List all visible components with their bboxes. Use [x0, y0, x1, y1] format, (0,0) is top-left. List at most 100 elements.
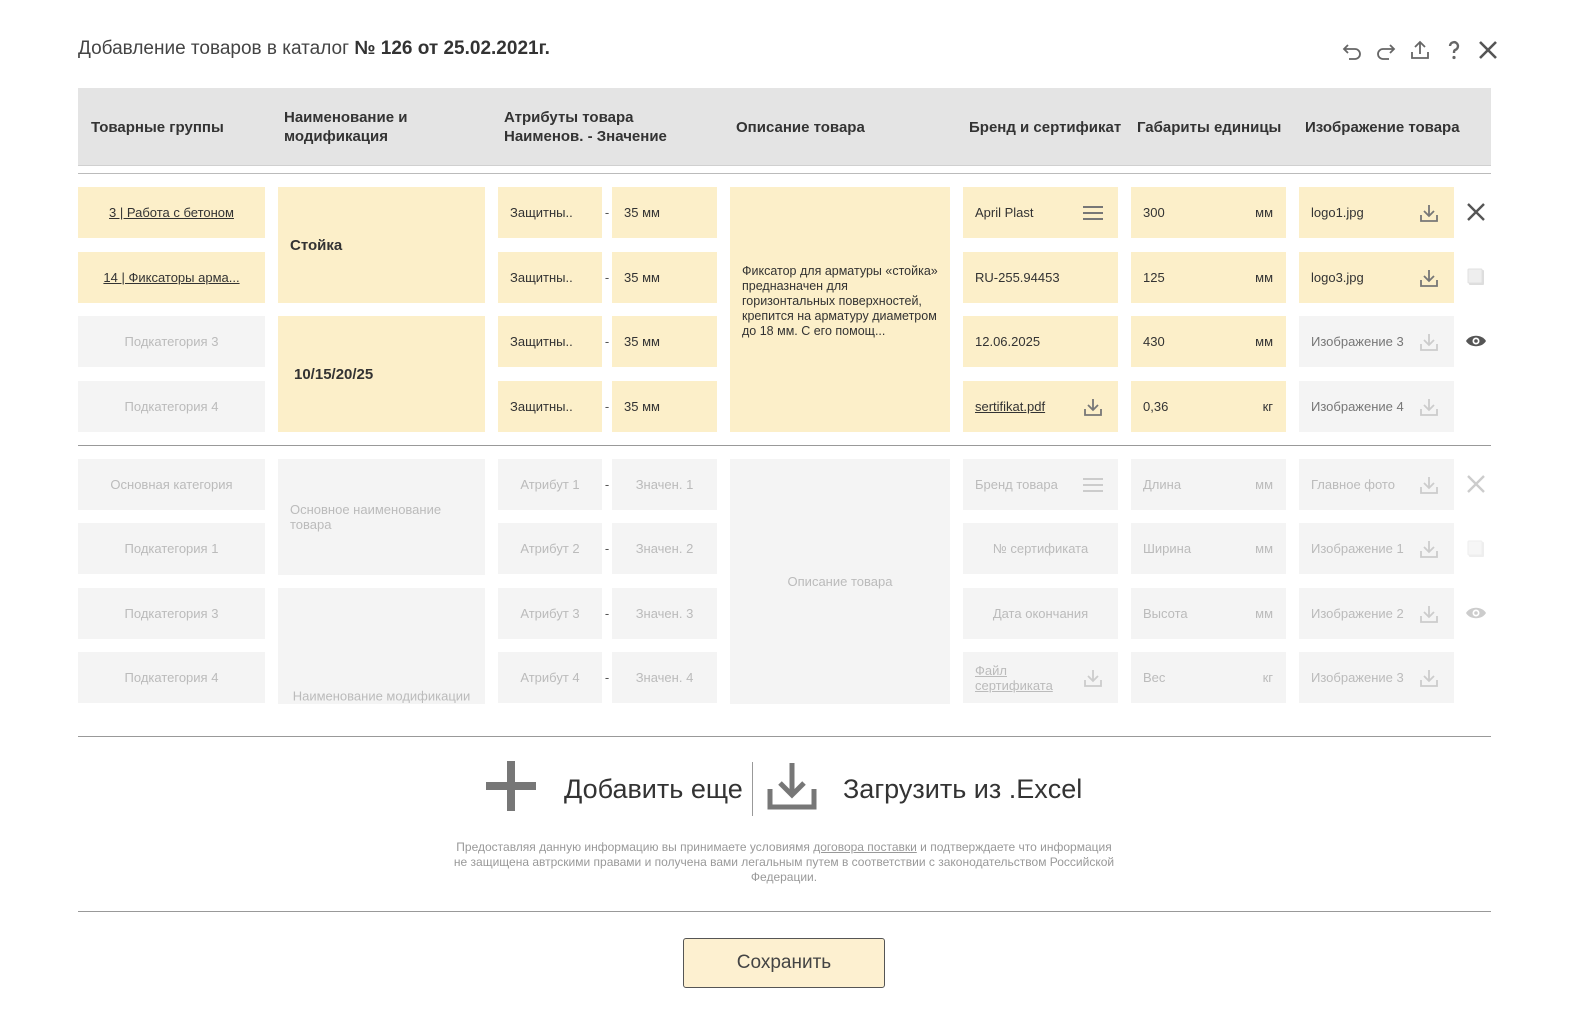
attribute-value-field[interactable]: 35 мм [612, 381, 717, 432]
brand-field[interactable]: Бренд товара [963, 459, 1118, 510]
group-cell[interactable]: 14 | Фиксаторы арма... [78, 252, 265, 303]
checkbox-icon[interactable] [1464, 265, 1488, 289]
image-field[interactable]: Главное фото [1299, 459, 1454, 510]
close-icon[interactable] [1474, 36, 1502, 64]
group-cell[interactable]: Подкатегория 4 [78, 652, 265, 703]
checkbox-icon[interactable] [1464, 537, 1488, 561]
group-cell[interactable]: Основная категория [78, 459, 265, 510]
download-icon[interactable] [1082, 667, 1104, 689]
image-placeholder: Главное фото [1311, 477, 1395, 492]
attribute-name-field[interactable]: Атрибут 4 [498, 652, 602, 703]
group-cell[interactable]: 3 | Работа с бетоном [78, 187, 265, 238]
group-link[interactable]: 14 | Фиксаторы арма... [103, 270, 239, 285]
certificate-file-link[interactable]: sertifikat.pdf [975, 399, 1045, 414]
certificate-file-field[interactable]: Файл сертификата [963, 652, 1118, 703]
eye-icon[interactable] [1464, 601, 1488, 625]
image-field[interactable]: Изображение 4 [1299, 381, 1454, 432]
length-field[interactable]: 300 мм [1131, 187, 1286, 238]
save-button[interactable]: Сохранить [683, 938, 885, 988]
attribute-dash: - [604, 270, 610, 285]
weight-field[interactable]: Вес кг [1131, 652, 1286, 703]
menu-icon[interactable] [1082, 474, 1104, 496]
load-excel-button[interactable]: Загрузить из .Excel [767, 762, 1082, 816]
image-field[interactable]: logo1.jpg [1299, 187, 1454, 238]
width-field[interactable]: 125 мм [1131, 252, 1286, 303]
download-icon[interactable] [1418, 538, 1440, 560]
download-icon[interactable] [1418, 603, 1440, 625]
product-name-field[interactable]: Основное наименование товара [278, 459, 485, 575]
attribute-value-field[interactable]: 35 мм [612, 252, 717, 303]
description-field[interactable]: Описание товара [730, 459, 950, 704]
supply-contract-link[interactable]: договора поставки [813, 840, 917, 854]
width-field[interactable]: Ширина мм [1131, 523, 1286, 574]
image-field[interactable]: Изображение 3 [1299, 316, 1454, 367]
download-icon[interactable] [1082, 396, 1104, 418]
image-field[interactable]: logo3.jpg [1299, 252, 1454, 303]
upload-icon[interactable] [1406, 36, 1434, 64]
group-cell[interactable]: Подкатегория 1 [78, 523, 265, 574]
image-field[interactable]: Изображение 2 [1299, 588, 1454, 639]
weight-field[interactable]: 0,36 кг [1131, 381, 1286, 432]
height-field[interactable]: 430 мм [1131, 316, 1286, 367]
attribute-name-field[interactable]: Защитны.. [498, 252, 602, 303]
product-name-field[interactable]: Стойка [278, 187, 485, 303]
add-more-button[interactable]: Добавить еще [484, 760, 743, 816]
help-icon[interactable] [1440, 36, 1468, 64]
image-field[interactable]: Изображение 1 [1299, 523, 1454, 574]
certificate-date-field[interactable]: Дата окончания [963, 588, 1118, 639]
redo-icon[interactable] [1372, 36, 1400, 64]
certificate-date-field[interactable]: 12.06.2025 [963, 316, 1118, 367]
divider [78, 445, 1491, 446]
download-icon[interactable] [1418, 396, 1440, 418]
col-dims: Габариты единицы [1137, 118, 1282, 136]
divider [78, 173, 1491, 174]
group-cell[interactable]: Подкатегория 4 [78, 381, 265, 432]
attribute-name-field[interactable]: Атрибут 3 [498, 588, 602, 639]
group-cell[interactable]: Подкатегория 3 [78, 316, 265, 367]
attribute-value-field[interactable]: Значен. 1 [612, 459, 717, 510]
image-field[interactable]: Изображение 3 [1299, 652, 1454, 703]
product-modification-field[interactable]: Наименование модификации [278, 588, 485, 704]
undo-icon[interactable] [1338, 36, 1366, 64]
attribute-dash: - [604, 670, 610, 685]
attribute-value-field[interactable]: Значен. 4 [612, 652, 717, 703]
group-cell[interactable]: Подкатегория 3 [78, 588, 265, 639]
attribute-value-field[interactable]: 35 мм [612, 187, 717, 238]
download-icon[interactable] [1418, 667, 1440, 689]
legal-notice: Предоставляя данную информацию вы приним… [450, 840, 1118, 885]
image-placeholder: Изображение 1 [1311, 541, 1404, 556]
attribute-name-field[interactable]: Атрибут 1 [498, 459, 602, 510]
attribute-value-field[interactable]: Значен. 3 [612, 588, 717, 639]
attribute-name-field[interactable]: Атрибут 2 [498, 523, 602, 574]
download-icon[interactable] [1418, 331, 1440, 353]
attribute-name-field[interactable]: Защитны.. [498, 187, 602, 238]
unit-label: мм [1255, 205, 1273, 220]
certificate-file-field[interactable]: sertifikat.pdf [963, 381, 1118, 432]
attribute-name-field[interactable]: Защитны.. [498, 316, 602, 367]
description-field[interactable]: Фиксатор для арматуры «стойка» предназна… [730, 187, 950, 432]
col-attrs: Атрибуты товара Наименов. - Значение [504, 88, 667, 166]
col-image: Изображение товара [1305, 118, 1460, 136]
eye-icon[interactable] [1464, 329, 1488, 353]
attribute-dash: - [604, 606, 610, 621]
attribute-value-field[interactable]: 35 мм [612, 316, 717, 367]
delete-row-icon[interactable] [1464, 200, 1488, 224]
load-excel-label: Загрузить из .Excel [843, 773, 1083, 804]
height-field[interactable]: Высота мм [1131, 588, 1286, 639]
menu-icon[interactable] [1082, 202, 1104, 224]
delete-row-icon[interactable] [1464, 472, 1488, 496]
attribute-name-field[interactable]: Защитны.. [498, 381, 602, 432]
col-desc: Описание товара [736, 118, 865, 136]
certificate-file-link[interactable]: Файл сертификата [975, 663, 1065, 693]
brand-field[interactable]: April Plast [963, 187, 1118, 238]
length-field[interactable]: Длина мм [1131, 459, 1286, 510]
certificate-number-field[interactable]: RU-255.94453 [963, 252, 1118, 303]
download-icon[interactable] [1418, 474, 1440, 496]
length-value: 300 [1143, 205, 1165, 220]
download-icon[interactable] [1418, 202, 1440, 224]
attribute-value-field[interactable]: Значен. 2 [612, 523, 717, 574]
download-icon[interactable] [1418, 267, 1440, 289]
group-link[interactable]: 3 | Работа с бетоном [109, 205, 234, 220]
certificate-number-field[interactable]: № сертификата [963, 523, 1118, 574]
product-modification-field[interactable]: 10/15/20/25 [278, 316, 485, 432]
